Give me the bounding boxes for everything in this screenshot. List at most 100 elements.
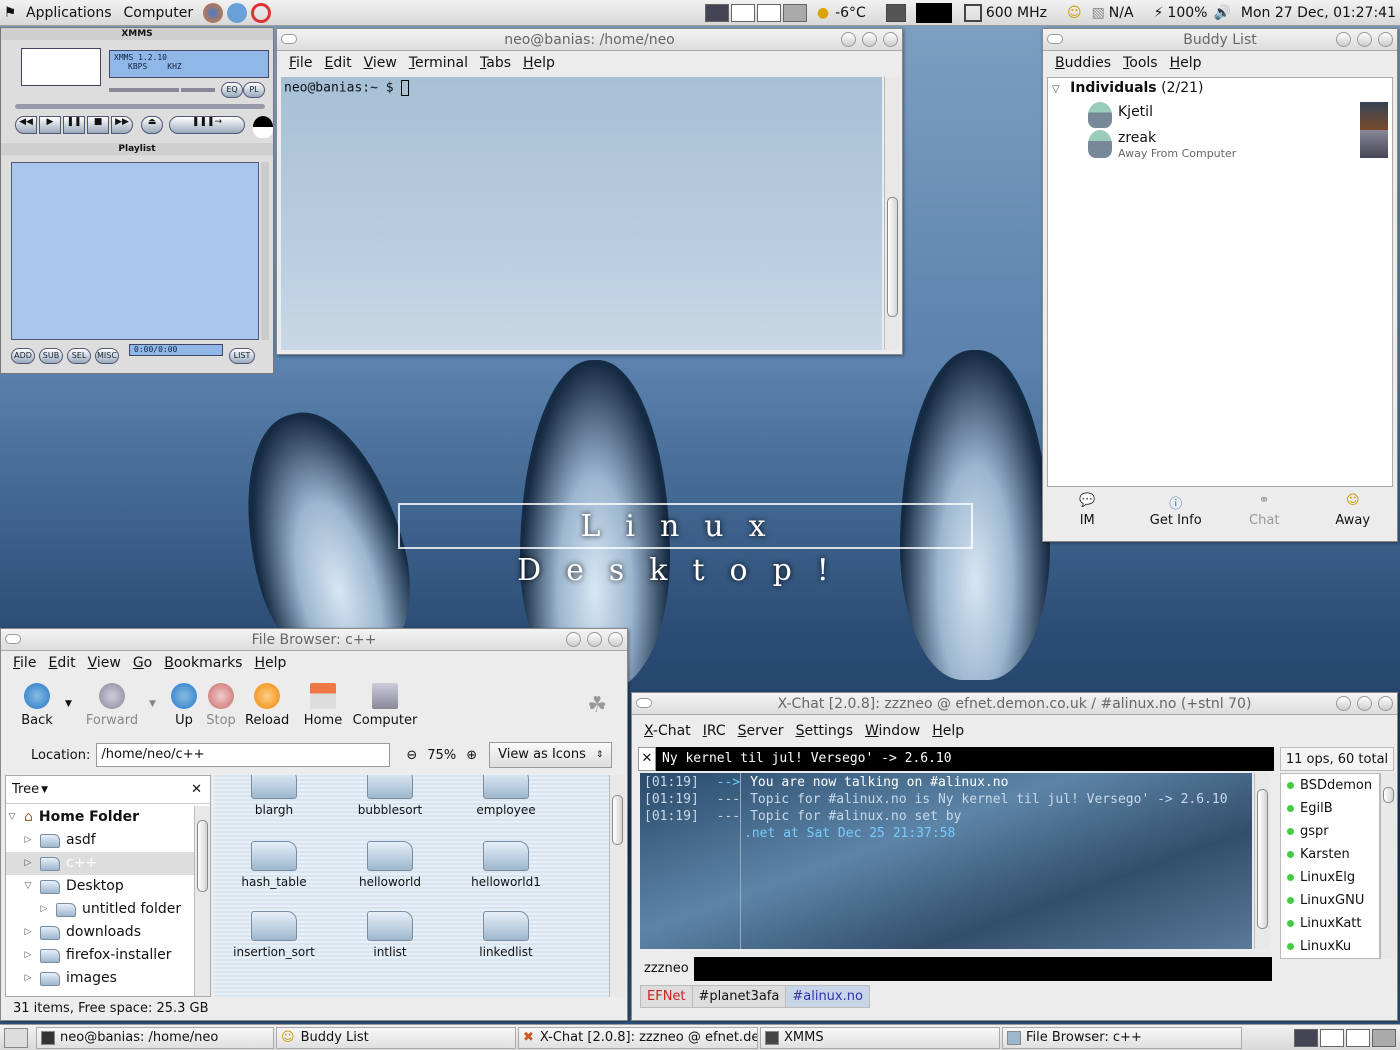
clock[interactable]: Mon 27 Dec, 01:27:41 xyxy=(1241,5,1396,21)
sel-button[interactable]: SEL xyxy=(67,348,91,364)
terminal-scrollbar[interactable] xyxy=(884,77,900,350)
volume-slider[interactable] xyxy=(109,88,179,92)
cpu-frequency[interactable]: 600 MHz xyxy=(986,5,1047,21)
pause-icon[interactable]: ❚❚ xyxy=(63,116,85,134)
computer-button[interactable]: Computer xyxy=(351,683,419,728)
scroll-thumb[interactable] xyxy=(612,795,623,845)
zoom-level[interactable]: 75% xyxy=(427,748,456,763)
tree-item-asdf[interactable]: ▷ asdf xyxy=(6,829,194,852)
applications-menu[interactable]: Applications xyxy=(20,5,118,21)
add-button[interactable]: ADD xyxy=(11,348,35,364)
file-item[interactable]: helloworld xyxy=(335,841,445,889)
tab-planet3afa[interactable]: #planet3afa xyxy=(693,986,787,1007)
tree-item-cpp[interactable]: ▷ c++ xyxy=(6,852,194,875)
list-button[interactable]: LIST xyxy=(229,348,255,364)
cpu-graph[interactable] xyxy=(915,2,952,23)
tree-item-images[interactable]: ▷ images xyxy=(6,967,194,990)
forward-dropdown-icon[interactable]: ▼ xyxy=(149,699,156,709)
menu-go[interactable]: Go xyxy=(127,655,158,671)
menu-terminal[interactable]: Terminal xyxy=(403,55,474,71)
home-button[interactable]: Home xyxy=(303,683,343,728)
icon-view[interactable]: blargh bubblesort employee hash_table he… xyxy=(215,775,609,997)
file-item[interactable]: linkedlist xyxy=(451,911,561,959)
menu-tabs[interactable]: Tabs xyxy=(474,55,517,71)
task-xmms[interactable]: XMMS xyxy=(760,1026,1000,1049)
stop-button[interactable]: Stop xyxy=(205,683,237,728)
scroll-thumb[interactable] xyxy=(1257,789,1268,929)
buddy-zreak[interactable]: zreak Away From Computer xyxy=(1088,130,1392,160)
expander-icon[interactable]: ▷ xyxy=(22,944,34,967)
file-item[interactable]: intlist xyxy=(335,911,445,959)
menu-help[interactable]: Help xyxy=(248,655,292,671)
scroll-thumb[interactable] xyxy=(1383,787,1394,803)
menu-edit[interactable]: Edit xyxy=(42,655,81,671)
expander-icon[interactable]: ▷ xyxy=(22,921,34,944)
balance-slider[interactable] xyxy=(181,88,215,92)
network-status[interactable]: N/A xyxy=(1109,5,1134,21)
sidebar-mode-select[interactable]: Tree xyxy=(12,782,39,797)
close-tab-icon[interactable]: ✕ xyxy=(638,747,656,771)
icon-view-scrollbar[interactable] xyxy=(609,775,625,997)
menu-file[interactable]: File xyxy=(7,655,42,671)
close-icon[interactable] xyxy=(1378,696,1393,711)
chat-scrollbar[interactable] xyxy=(1254,773,1270,949)
tab-efnet[interactable]: EFNet xyxy=(641,986,693,1007)
playlist-area[interactable] xyxy=(11,162,259,340)
xmms-titlebar[interactable]: XMMS xyxy=(1,28,273,40)
back-dropdown-icon[interactable]: ▼ xyxy=(65,699,72,709)
window-menu-icon[interactable] xyxy=(636,698,652,708)
seek-bar[interactable] xyxy=(15,104,265,109)
away-button[interactable]: ☺ Away xyxy=(1309,493,1398,528)
minimize-icon[interactable] xyxy=(841,32,856,47)
file-item[interactable]: hash_table xyxy=(219,841,329,889)
reload-button[interactable]: Reload xyxy=(245,683,289,728)
tree-item-firefox[interactable]: ▷ firefox-installer xyxy=(6,944,194,967)
file-item[interactable]: bubblesort xyxy=(335,775,445,817)
tree-item-downloads[interactable]: ▷ downloads xyxy=(6,921,194,944)
topic-input[interactable]: Ny kernel til jul! Versego' -> 2.6.10 xyxy=(656,747,1274,771)
misc-button[interactable]: MISC xyxy=(95,348,119,364)
eq-button[interactable]: EQ xyxy=(221,82,243,98)
get-info-button[interactable]: ⓘ Get Info xyxy=(1132,493,1221,528)
dropdown-icon[interactable]: ▼ xyxy=(41,785,48,795)
previous-icon[interactable]: ◀◀ xyxy=(15,116,37,134)
close-icon[interactable] xyxy=(1378,32,1393,47)
nick-item[interactable]: Karsten xyxy=(1281,843,1379,866)
forward-button[interactable]: Forward xyxy=(85,683,139,728)
minimize-icon[interactable] xyxy=(566,632,581,647)
expander-icon[interactable]: ▽ xyxy=(6,806,18,829)
pl-button[interactable]: PL xyxy=(243,82,265,98)
expander-icon[interactable]: ▽ xyxy=(22,875,34,898)
filebrowser-titlebar[interactable]: File Browser: c++ xyxy=(1,629,627,651)
tree-item-home[interactable]: ▽ ⌂ Home Folder xyxy=(6,806,194,829)
file-item[interactable]: employee xyxy=(451,775,561,817)
tree-item-untitled[interactable]: ▷ untitled folder xyxy=(6,898,194,921)
firefox-icon[interactable] xyxy=(203,2,224,23)
menu-tools[interactable]: Tools xyxy=(1117,55,1164,71)
gaim-icon[interactable]: ☺ xyxy=(1067,5,1082,21)
collapse-arrow-icon[interactable]: ▽ xyxy=(1052,84,1060,95)
sub-button[interactable]: SUB xyxy=(39,348,63,364)
nick-item[interactable]: LinuxGNU xyxy=(1281,889,1379,912)
buddy-kjetil[interactable]: Kjetil xyxy=(1088,102,1392,130)
file-item[interactable]: helloworld1 xyxy=(451,841,561,889)
menu-view[interactable]: View xyxy=(358,55,403,71)
menu-buddies[interactable]: Buddies xyxy=(1049,55,1117,71)
tux-icon[interactable] xyxy=(253,116,273,138)
nick-item[interactable]: LinuxKu xyxy=(1281,935,1379,958)
close-icon[interactable] xyxy=(883,32,898,47)
menu-view[interactable]: View xyxy=(82,655,127,671)
task-file-browser[interactable]: File Browser: c++ xyxy=(1002,1026,1242,1049)
close-icon[interactable] xyxy=(608,632,623,647)
menu-server[interactable]: Server xyxy=(732,723,790,739)
menu-edit[interactable]: Edit xyxy=(318,55,357,71)
help-icon[interactable] xyxy=(251,2,272,23)
menu-help[interactable]: Help xyxy=(517,55,561,71)
maximize-icon[interactable] xyxy=(1357,32,1372,47)
show-desktop-icon[interactable] xyxy=(4,1027,28,1048)
window-menu-icon[interactable] xyxy=(281,34,297,44)
back-button[interactable]: Back xyxy=(17,683,57,728)
maximize-icon[interactable] xyxy=(587,632,602,647)
gnome-foot-icon[interactable]: ⚑ xyxy=(0,5,20,21)
network-icon[interactable] xyxy=(227,2,248,23)
